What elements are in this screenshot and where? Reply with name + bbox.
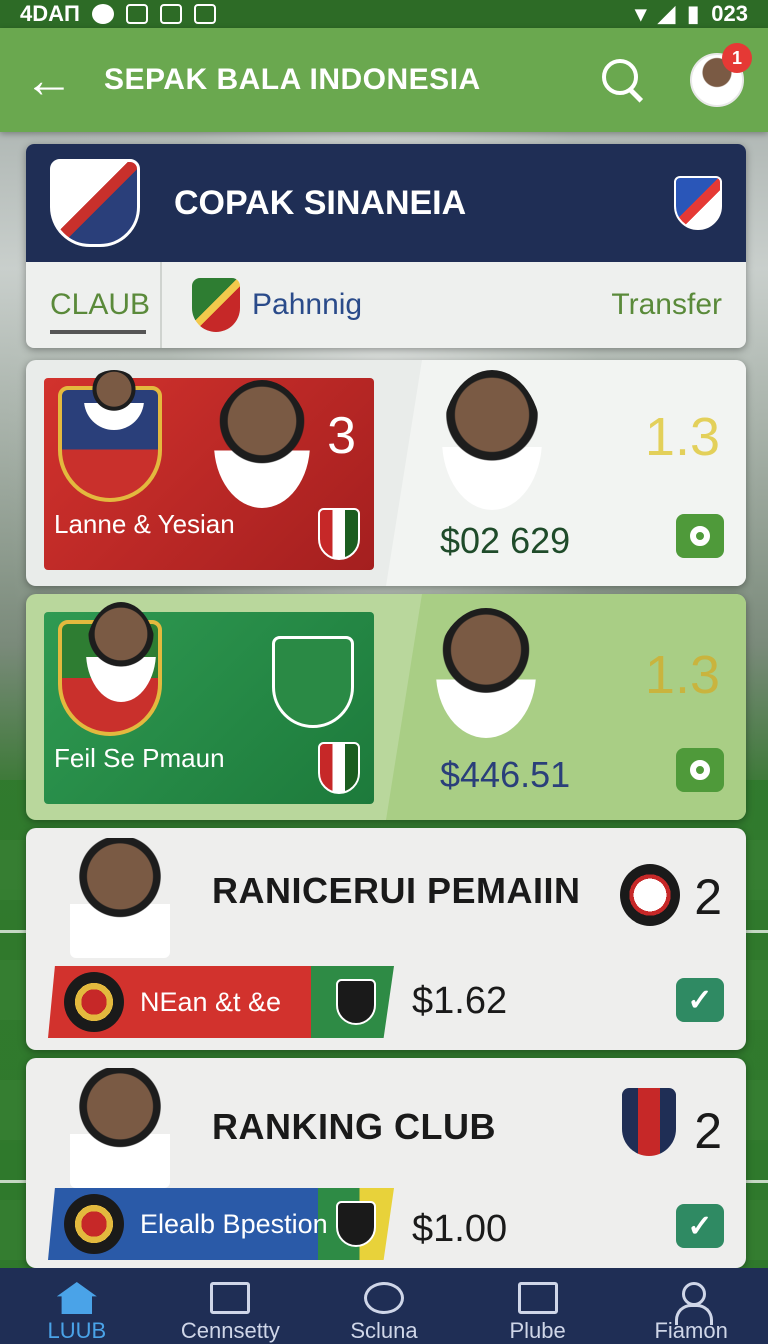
gear-icon[interactable] — [676, 748, 724, 792]
notification-icon — [159, 4, 182, 24]
odds-panel: 1.3 $02 629 — [386, 360, 746, 586]
club-strip: NEan &t &e — [48, 966, 394, 1038]
tab-claub[interactable]: CLAUB — [26, 262, 162, 348]
ranking-number: 2 — [694, 1103, 722, 1159]
match-card[interactable]: Lanne & Yesian 3 1.3 $02 629 — [26, 360, 746, 586]
team-name: Feil Se Pmaun — [54, 743, 225, 773]
checkmark-icon[interactable]: ✓ — [676, 1204, 724, 1248]
league-crest-icon — [50, 159, 140, 247]
match-odds: 1.3 — [644, 407, 720, 467]
status-bar: 4DAΠ ▾ ◢ ▮ 023 — [0, 0, 768, 28]
app-bar: ← SEPAK BALA INDONESIA 1 — [0, 28, 768, 132]
tab-transfer[interactable]: Transfer — [611, 288, 746, 322]
league-card: COPAK SINANEIA CLAUB Pahnnig Transfer — [26, 144, 746, 348]
edit-icon — [517, 1282, 558, 1314]
club-crest-icon — [318, 742, 360, 794]
status-time: 023 — [711, 1, 748, 26]
match-odds: 1.3 — [644, 645, 720, 705]
nav-item-document[interactable]: Cennsetty — [154, 1268, 308, 1344]
player-photo — [70, 838, 170, 958]
tab-pahnnig-label: Pahnnig — [252, 288, 363, 321]
match-price: $02 629 — [440, 520, 571, 561]
club-logo-icon — [64, 972, 124, 1032]
ranking-card[interactable]: RANKING CLUB 2 Elealb Bpestion $1.00 ✓ — [26, 1058, 746, 1268]
ranking-title: RANKING CLUB — [212, 1106, 496, 1147]
match-score: 3 — [327, 407, 356, 465]
tab-pahnnig[interactable]: Pahnnig — [162, 278, 611, 332]
nav-label: Scluna — [350, 1318, 418, 1343]
ranking-title: RANICERUI PEMAIIN — [212, 870, 581, 911]
ranking-price: $1.00 — [412, 1208, 508, 1250]
club-crest-icon — [272, 636, 354, 728]
player-photo — [70, 1068, 170, 1188]
team-panel: Feil Se Pmaun — [44, 602, 374, 804]
match-card[interactable]: Feil Se Pmaun 1.3 $446.51 — [26, 594, 746, 820]
club-name: NEan &t &e — [140, 986, 282, 1017]
profile-avatar[interactable]: 1 — [690, 43, 752, 107]
gear-icon[interactable] — [676, 514, 724, 558]
player-photo — [84, 370, 144, 430]
team-panel: Lanne & Yesian 3 — [44, 370, 374, 570]
nav-label: LUUB — [47, 1318, 107, 1343]
nav-item-home[interactable]: LUUB — [0, 1268, 154, 1344]
club-shield-icon — [192, 278, 240, 332]
back-arrow-icon[interactable]: ← — [24, 51, 84, 109]
player-photo — [436, 608, 536, 738]
bottom-nav: LUUB Cennsetty Scluna Plube Fiamon — [0, 1268, 768, 1344]
odds-panel: 1.3 $446.51 — [386, 594, 746, 820]
player-photo — [442, 370, 542, 510]
league-mini-crest-icon — [674, 176, 722, 230]
nav-label: Plube — [509, 1318, 566, 1343]
player-photo — [86, 602, 156, 702]
app-icon — [125, 4, 148, 24]
club-badge-icon — [622, 1088, 676, 1156]
club-crest-icon — [318, 508, 360, 560]
record-icon — [91, 4, 114, 24]
club-strip: Elealb Bpestion — [48, 1188, 394, 1260]
team-name: Lanne & Yesian — [54, 509, 235, 539]
wifi-icon: ▾ — [635, 1, 647, 26]
app-title: SEPAK BALA INDONESIA — [104, 63, 481, 96]
checkmark-icon[interactable]: ✓ — [676, 978, 724, 1022]
home-icon — [56, 1282, 97, 1314]
club-badge-icon — [620, 864, 680, 926]
nav-item-compass[interactable]: Scluna — [307, 1268, 461, 1344]
ranking-number: 2 — [694, 869, 722, 925]
nav-item-edit[interactable]: Plube — [461, 1268, 615, 1344]
player-photo — [214, 380, 310, 508]
person-icon — [671, 1282, 714, 1325]
league-name: COPAK SINANEIA — [174, 183, 467, 222]
search-icon[interactable] — [600, 57, 646, 103]
club-crest-icon — [336, 979, 376, 1025]
document-icon — [210, 1282, 251, 1314]
image-icon — [193, 4, 216, 24]
match-price: $446.51 — [440, 754, 571, 795]
battery-icon: ▮ — [687, 1, 700, 26]
club-crest-icon — [336, 1201, 376, 1247]
ranking-price: $1.62 — [412, 980, 508, 1022]
league-tabs: CLAUB Pahnnig Transfer — [26, 262, 746, 348]
notification-badge: 1 — [722, 43, 752, 73]
ranking-card[interactable]: RANICERUI PEMAIIN 2 NEan &t &e $1.62 ✓ — [26, 828, 746, 1050]
compass-icon — [363, 1282, 404, 1314]
club-logo-icon — [64, 1194, 124, 1254]
nav-label: Cennsetty — [180, 1318, 280, 1343]
signal-icon: ◢ — [658, 1, 676, 26]
status-carrier: 4DAΠ — [20, 1, 80, 26]
nav-item-person[interactable]: Fiamon — [614, 1268, 768, 1344]
league-header: COPAK SINANEIA — [26, 144, 746, 262]
club-name: Elealb Bpestion — [140, 1208, 328, 1239]
